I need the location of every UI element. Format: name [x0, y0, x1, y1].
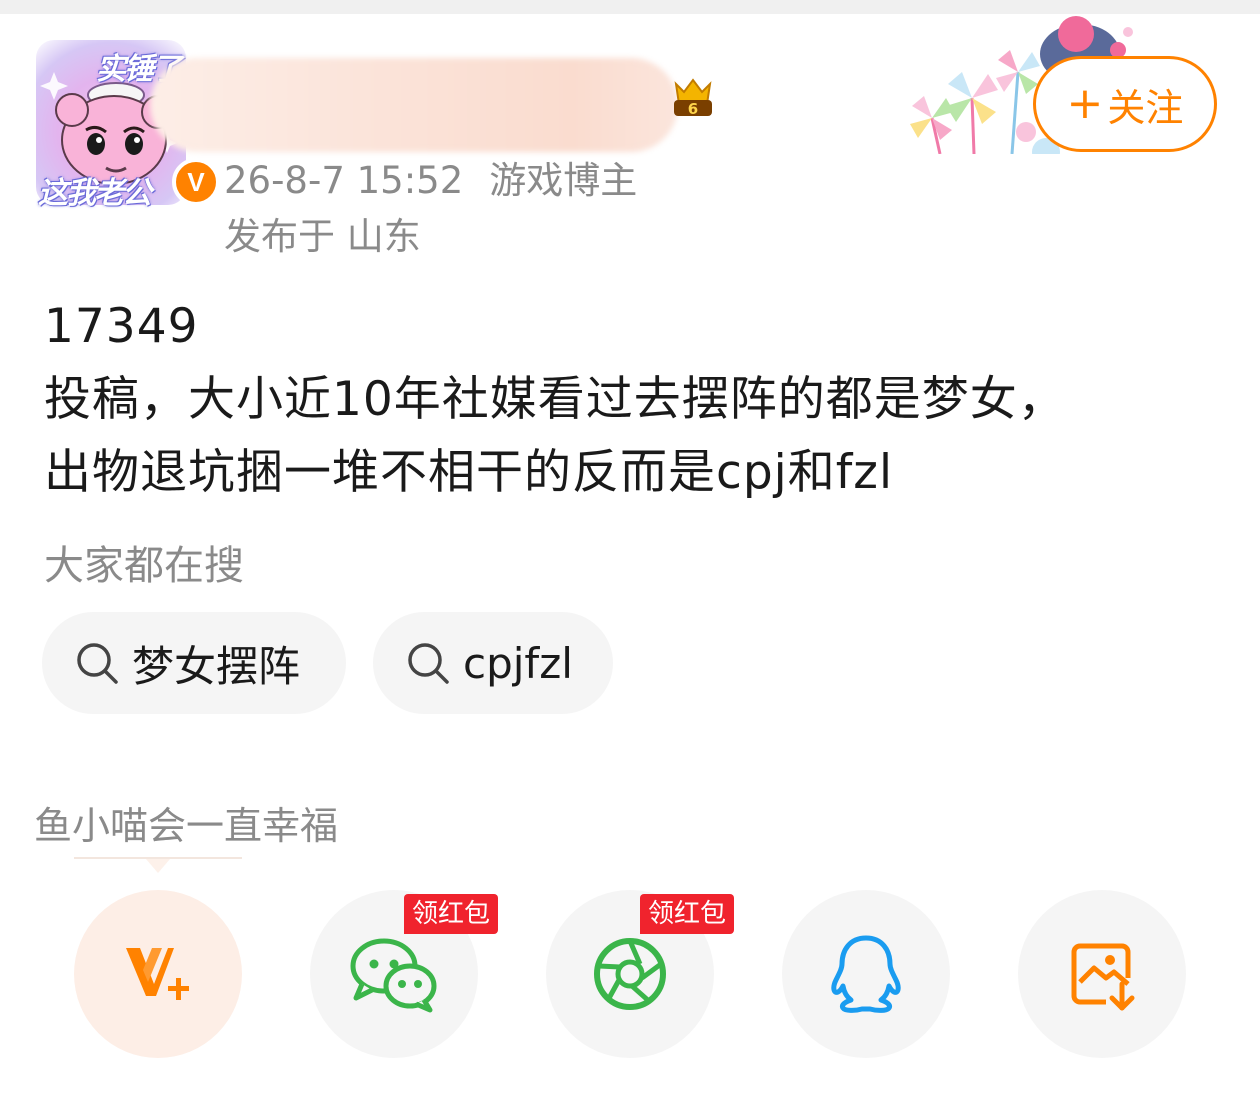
level-badge-number: 6 — [688, 100, 698, 118]
top-divider — [0, 0, 1260, 14]
moments-icon — [594, 938, 666, 1010]
red-packet-badge: 领红包 — [640, 894, 735, 934]
post-content: 17349 投稿，大小近10年社媒看过去摆阵的都是梦女， 出物退坑捆一堆不相干的… — [44, 290, 1224, 509]
follow-plus-icon: + — [1066, 78, 1104, 129]
red-packet-badge: 领红包 — [404, 894, 499, 934]
search-chip[interactable]: 梦女摆阵 — [42, 612, 346, 714]
post-line: 投稿，大小近10年社媒看过去摆阵的都是梦女， — [44, 372, 1066, 427]
trending-search-title: 大家都在搜 — [44, 543, 244, 589]
hint-pointer — [146, 859, 170, 873]
search-chip[interactable]: cpjfzl — [373, 612, 613, 714]
post-meta: 26-8-7 15:52 游戏博主 — [224, 150, 637, 204]
search-chip-label: 梦女摆阵 — [132, 641, 301, 691]
save-image-button[interactable] — [1018, 890, 1186, 1058]
username-blurred[interactable] — [150, 58, 678, 152]
post-time: 26-8-7 15:52 — [224, 159, 464, 202]
user-tag: 游戏博主 — [489, 159, 638, 202]
share-vplus-button[interactable] — [74, 890, 242, 1058]
qq-icon — [831, 935, 901, 1013]
search-icon — [77, 643, 118, 684]
follow-button[interactable]: + 关注 — [1033, 56, 1217, 152]
vplus-icon — [126, 948, 189, 1000]
save-image-icon — [1071, 943, 1135, 1011]
post-line: 出物退坑捆一堆不相干的反而是cpj和fzl — [44, 445, 894, 500]
post-line: 17349 — [44, 299, 199, 354]
follow-button-label: 关注 — [1107, 85, 1184, 130]
post-location: 发布于 山东 — [224, 215, 421, 258]
avatar-caption-bottom: 这我老公 — [38, 176, 152, 211]
level-crown-icon: 6 — [674, 78, 712, 118]
wechat-icon — [350, 938, 437, 1013]
share-hint-text: 鱼小喵会一直幸福 — [34, 804, 339, 848]
verified-badge: V — [172, 158, 220, 206]
share-qq-button[interactable] — [782, 890, 950, 1058]
search-chip-label: cpjfzl — [463, 638, 573, 688]
search-icon — [408, 643, 449, 684]
